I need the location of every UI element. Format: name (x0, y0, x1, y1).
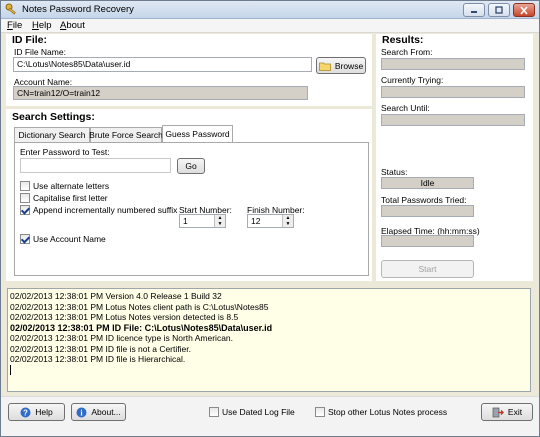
currently-trying-field (381, 86, 525, 98)
status-field: Idle (381, 177, 474, 189)
search-settings-header: Search Settings: (12, 111, 95, 123)
menu-about-label: bout (66, 20, 85, 31)
minimize-button[interactable] (463, 3, 485, 17)
elapsed-time-field (381, 235, 474, 247)
account-name-field: CN=train12/O=train12 (13, 86, 308, 100)
search-from-field (381, 58, 525, 70)
about-button[interactable]: i About... (71, 403, 126, 421)
use-account-name-checkbox[interactable] (20, 234, 30, 244)
finish-number-down-icon[interactable]: ▼ (283, 221, 293, 227)
use-dated-log-label: Use Dated Log File (222, 407, 295, 417)
search-settings-panel: Search Settings: Dictionary Search Brute… (6, 109, 372, 281)
menu-bar: File Help About (1, 19, 539, 33)
menu-file[interactable]: File (7, 20, 22, 31)
use-account-name-label: Use Account Name (33, 234, 106, 244)
append-suffix-checkbox[interactable] (20, 205, 30, 215)
log-line: 02/02/2013 12:38:01 PM Lotus Notes clien… (10, 301, 269, 312)
currently-trying-label: Currently Trying: (381, 75, 444, 85)
tab-dictionary-search[interactable]: Dictionary Search (14, 127, 90, 142)
status-label: Status: (381, 167, 408, 177)
log-line: 02/02/2013 12:38:01 PM Lotus Notes versi… (10, 312, 239, 322)
key-icon (5, 3, 16, 15)
exit-button[interactable]: Exit (481, 403, 533, 421)
use-alternate-letters-checkbox[interactable] (20, 181, 30, 191)
browse-label: Browse (334, 60, 364, 71)
close-button[interactable] (513, 3, 535, 17)
menu-help-accel: H (32, 20, 39, 31)
total-tried-field (381, 205, 474, 217)
exit-icon (492, 407, 504, 417)
capitalise-first-letter-checkbox[interactable] (20, 193, 30, 203)
log-panel[interactable]: 02/02/2013 12:38:01 PM Version 4.0 Relea… (7, 288, 531, 392)
help-label: Help (35, 407, 53, 417)
finish-number-value: 12 (251, 216, 261, 226)
capitalise-first-letter-label: Capitalise first letter (33, 193, 108, 203)
finish-number-stepper[interactable]: 12 ▲ ▼ (247, 214, 294, 228)
svg-text:?: ? (23, 408, 28, 417)
title-bar: Notes Password Recovery (1, 1, 539, 19)
menu-about[interactable]: About (60, 20, 85, 31)
id-file-header: ID File: (12, 34, 48, 46)
log-line: 02/02/2013 12:38:01 PM Version 4.0 Relea… (10, 291, 222, 301)
maximize-icon (495, 6, 503, 14)
password-input[interactable] (20, 158, 171, 173)
stop-notes-process-checkbox[interactable] (315, 407, 325, 417)
tab-guess-password[interactable]: Guess Password (162, 125, 233, 142)
help-icon: ? (20, 407, 31, 417)
about-label: About... (91, 407, 121, 417)
log-line: 02/02/2013 12:38:01 PM ID File: C:\Lotus… (10, 322, 273, 333)
search-until-field (381, 114, 525, 126)
stop-notes-process-label: Stop other Lotus Notes process (328, 407, 448, 417)
append-suffix-label: Append incrementally numbered suffix (33, 205, 178, 215)
start-button[interactable]: Start (381, 260, 474, 278)
guess-password-tab-panel: Enter Password to Test: Go Use alternate… (14, 142, 369, 276)
start-number-down-icon[interactable]: ▼ (215, 221, 225, 227)
use-alternate-letters-label: Use alternate letters (33, 181, 110, 191)
folder-icon (318, 62, 331, 71)
exit-label: Exit (507, 407, 523, 417)
search-from-label: Search From: (381, 47, 433, 57)
start-number-stepper[interactable]: 1 ▲ ▼ (179, 214, 226, 228)
info-icon: i (76, 407, 87, 417)
window-title: Notes Password Recovery (22, 4, 134, 15)
results-header: Results: (382, 34, 424, 46)
close-icon (520, 5, 528, 15)
id-file-name-label: ID File Name: (14, 47, 66, 57)
help-button[interactable]: ? Help (8, 403, 65, 421)
tab-brute-force-search[interactable]: Brute Force Search (89, 127, 163, 142)
enter-password-label: Enter Password to Test: (20, 147, 110, 157)
search-until-label: Search Until: (381, 103, 430, 113)
id-file-panel: ID File: ID File Name: C:\Lotus\Notes85\… (6, 34, 372, 106)
maximize-button[interactable] (488, 3, 510, 17)
total-tried-label: Total Passwords Tried: (381, 195, 467, 205)
log-line: 02/02/2013 12:38:01 PM ID file is Hierar… (10, 354, 186, 364)
log-line: 02/02/2013 12:38:01 PM ID file is not a … (10, 343, 191, 354)
text-cursor (10, 364, 11, 375)
menu-help[interactable]: Help (32, 20, 52, 31)
menu-help-label: elp (38, 20, 52, 31)
browse-button[interactable]: Browse (316, 57, 366, 74)
minimize-icon (471, 11, 477, 13)
results-panel: Results: Search From: Currently Trying: … (376, 34, 533, 281)
go-button[interactable]: Go (177, 158, 205, 174)
bottom-bar: ? Help i About... Use Dated Log File Sto… (1, 396, 539, 436)
menu-file-label: ile (12, 20, 23, 31)
app-window: Notes Password Recovery File Help About … (0, 0, 540, 437)
start-number-value: 1 (183, 216, 188, 226)
use-dated-log-checkbox[interactable] (209, 407, 219, 417)
log-line: 02/02/2013 12:38:01 PM ID licence type i… (10, 333, 234, 343)
id-file-name-input[interactable]: C:\Lotus\Notes85\Data\user.id (13, 57, 312, 72)
